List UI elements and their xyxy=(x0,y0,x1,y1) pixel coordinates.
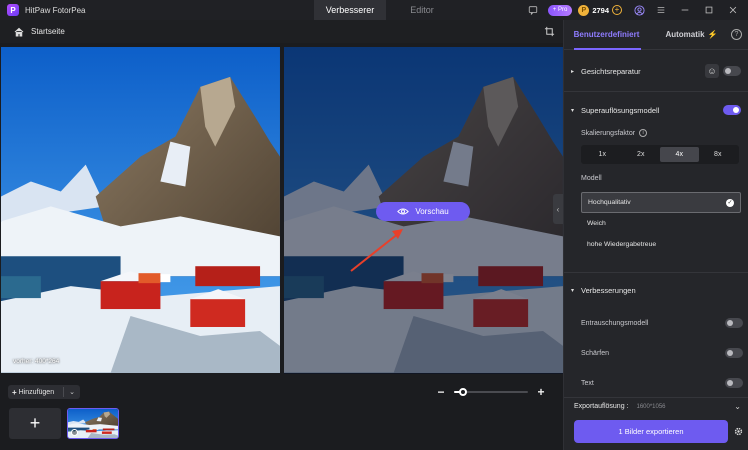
before-size-label: vorher: 400*264 xyxy=(13,358,60,365)
divider xyxy=(564,272,748,273)
scale-2x[interactable]: 2x xyxy=(622,147,661,162)
text-toggle[interactable] xyxy=(725,378,743,388)
text-row: Text xyxy=(581,376,743,390)
text-label: Text xyxy=(581,379,594,387)
scale-selector: 1x 2x 4x 8x xyxy=(581,145,739,164)
image-thumbnail[interactable] xyxy=(67,408,119,439)
denoise-row: Entrauschungsmodell xyxy=(581,316,743,330)
collapse-panel-button[interactable]: ‹ xyxy=(553,194,563,224)
plus-icon: + xyxy=(12,387,17,397)
scale-1x[interactable]: 1x xyxy=(583,147,622,162)
info-icon[interactable]: i xyxy=(639,129,648,137)
caret-right-icon[interactable]: ▸ xyxy=(571,68,579,75)
coin-icon: P xyxy=(578,4,590,16)
scale-label-text: Skalierungsfaktor xyxy=(581,129,636,137)
model-option[interactable]: hohe Wiedergabetreue xyxy=(581,234,741,255)
app-title: HitPaw FotorPea xyxy=(25,5,86,15)
super-res-toggle[interactable] xyxy=(723,105,741,115)
crop-icon[interactable] xyxy=(544,26,555,37)
super-res-label: Superauflösungsmodell xyxy=(581,105,660,115)
pointer-arrow-icon xyxy=(350,229,403,272)
app-logo-icon: P xyxy=(7,4,19,16)
scale-8x[interactable]: 8x xyxy=(699,147,738,162)
caret-down-icon[interactable]: ▾ xyxy=(571,107,579,114)
breadcrumb: Startseite xyxy=(0,20,563,43)
user-icon[interactable] xyxy=(632,3,646,17)
home-link[interactable]: Startseite xyxy=(31,27,65,36)
after-image: Vorschau xyxy=(284,47,563,374)
zoom-slider[interactable] xyxy=(454,388,528,396)
divider xyxy=(564,91,748,92)
tab-custom[interactable]: Benutzerdefiniert xyxy=(564,20,649,50)
super-res-row: ▾ Superauflösungsmodell xyxy=(564,100,748,120)
face-repair-toggle[interactable] xyxy=(723,66,741,76)
tab-custom-label: Benutzerdefiniert xyxy=(573,30,640,39)
zoom-control: − + xyxy=(436,386,554,398)
export-button[interactable]: 1 Bilder exportieren xyxy=(574,420,728,443)
bottom-bar: + Hinzufügen ⌄ − + + xyxy=(0,378,563,450)
pro-badge[interactable]: + Pro xyxy=(547,4,573,16)
mode-tabs: Verbesserer Editor xyxy=(314,0,458,20)
model-list: Hochqualitativ ✓ Weich hohe Wiedergabetr… xyxy=(581,192,741,255)
feedback-icon[interactable] xyxy=(526,3,540,17)
tab-editor[interactable]: Editor xyxy=(386,0,458,20)
menu-icon[interactable] xyxy=(654,3,668,17)
zoom-out-button[interactable]: − xyxy=(436,386,446,398)
denoise-label: Entrauschungsmodell xyxy=(581,319,649,327)
scale-4x[interactable]: 4x xyxy=(660,147,699,162)
before-image: vorher: 400*264 xyxy=(1,47,280,374)
enhancements-label: Verbesserungen xyxy=(581,285,636,295)
gear-icon[interactable] xyxy=(733,426,744,437)
panel-tabs: Benutzerdefiniert Automatik ⚡ ? xyxy=(564,20,748,50)
tab-auto-label: Automatik xyxy=(665,30,705,39)
face-repair-label: Gesichtsreparatur xyxy=(581,66,641,76)
denoise-toggle[interactable] xyxy=(725,318,743,328)
zoom-thumb[interactable] xyxy=(458,388,467,396)
home-icon[interactable] xyxy=(14,27,24,37)
scale-label: Skalierungsfaktor i xyxy=(581,129,648,137)
export-resolution-label: Exportauflösung : xyxy=(574,403,629,410)
add-label: Hinzufügen xyxy=(18,388,55,396)
help-icon[interactable]: ? xyxy=(731,29,742,40)
double-chevron-down-icon[interactable]: ⌄ xyxy=(734,402,741,411)
check-icon: ✓ xyxy=(726,198,734,207)
sharpen-toggle[interactable] xyxy=(725,348,743,358)
add-images-button[interactable]: + Hinzufügen ⌄ xyxy=(8,385,80,399)
tab-verbesserer[interactable]: Verbesserer xyxy=(314,0,386,20)
sharpen-row: Schärfen xyxy=(581,346,743,360)
status-icon xyxy=(71,429,78,436)
chevron-down-icon[interactable]: ⌄ xyxy=(64,388,80,396)
enhancements-row: ▾ Verbesserungen xyxy=(564,280,748,300)
export-resolution-value: 1600*1056 xyxy=(636,403,666,410)
coin-count: 2794 xyxy=(592,5,609,15)
add-coins-button[interactable]: + xyxy=(612,5,622,15)
preview-button-label: Vorschau xyxy=(415,207,449,216)
model-label: Modell xyxy=(581,175,602,182)
minimize-icon[interactable] xyxy=(678,3,692,17)
bolt-icon: ⚡ xyxy=(707,30,718,39)
model-option[interactable]: Weich xyxy=(581,213,741,234)
eye-icon xyxy=(397,208,410,215)
model-option-label: Hochqualitativ xyxy=(588,199,631,206)
export-resolution[interactable]: Exportauflösung : 1600*1056 ⌄ xyxy=(564,397,748,415)
face-repair-row: ▸ Gesichtsreparatur ☺ xyxy=(564,61,748,81)
close-icon[interactable] xyxy=(726,3,740,17)
face-icon[interactable]: ☺ xyxy=(705,64,719,78)
settings-panel: Benutzerdefiniert Automatik ⚡ ? ▸ Gesicht… xyxy=(563,20,748,450)
window-controls: + Pro P 2794 + xyxy=(526,0,748,20)
zoom-in-button[interactable]: + xyxy=(536,386,546,398)
maximize-icon[interactable] xyxy=(702,3,716,17)
caret-down-icon[interactable]: ▾ xyxy=(571,287,579,294)
title-bar: P HitPaw FotorPea Verbesserer Editor + P… xyxy=(0,0,748,20)
preview-button[interactable]: Vorschau xyxy=(376,202,470,221)
add-thumbnail-button[interactable]: + xyxy=(9,408,61,439)
sharpen-label: Schärfen xyxy=(581,349,610,357)
model-option[interactable]: Hochqualitativ ✓ xyxy=(581,192,741,213)
